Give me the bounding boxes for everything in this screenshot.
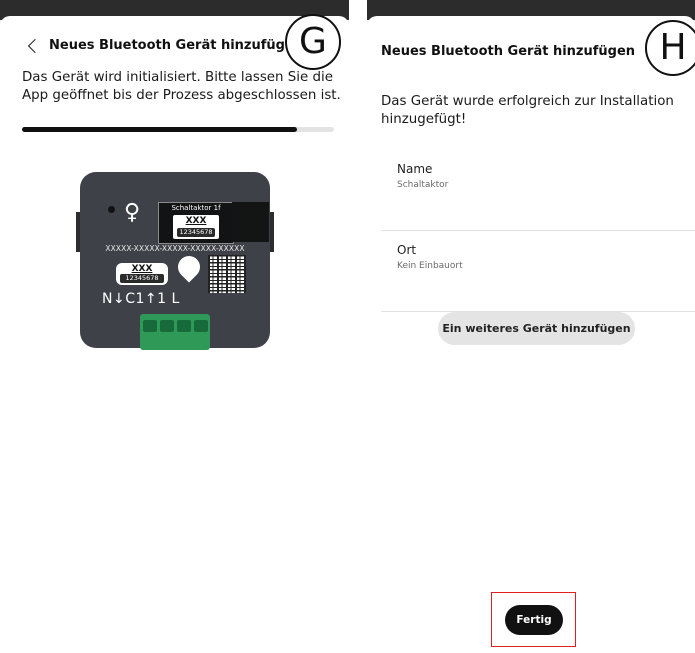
progress-bar: [22, 127, 334, 132]
page-title: Neues Bluetooth Gerät hinzufügen: [381, 44, 636, 59]
terminal-slot: [194, 320, 208, 332]
device-person-icon: ♀: [124, 200, 141, 225]
device-dark-panel: [232, 202, 269, 242]
step-badge-h: H: [645, 20, 695, 76]
qr-code-icon: [208, 255, 246, 293]
device-plate-number: 12345678: [177, 228, 215, 237]
device-label-code: XXX: [131, 264, 153, 274]
page-title: Neues Bluetooth Gerät hinzufügen: [49, 38, 304, 53]
device-led-icon: [108, 206, 115, 213]
device-plate-label: Schaltaktor 1f: [171, 204, 221, 212]
screen-h: Neues Bluetooth Gerät hinzufügen Das Ger…: [367, 0, 695, 653]
field-name-value: Schaltaktor: [397, 180, 449, 190]
location-wifi-icon: [173, 251, 205, 283]
back-chevron-icon[interactable]: [27, 38, 43, 54]
success-message-line1: Das Gerät wurde erfolgreich zur Installa…: [381, 94, 674, 109]
success-message-line2: hinzugefügt!: [381, 112, 467, 127]
device-plate-box: XXX 12345678: [173, 215, 219, 239]
terminal-slot: [143, 320, 157, 332]
step-badge-g: G: [285, 14, 341, 70]
success-message: Das Gerät wurde erfolgreich zur Installa…: [381, 93, 674, 129]
device-plate: Schaltaktor 1f XXX 12345678: [158, 202, 234, 244]
device-serial: XXXXX-XXXXX-XXXXX-XXXXX-XXXXX: [105, 244, 245, 253]
field-location-label: Ort: [397, 243, 417, 257]
device-plate-code: XXX: [185, 216, 207, 226]
init-message-line2: App geöffnet bis der Prozess abgeschloss…: [22, 88, 341, 103]
terminal-slot: [160, 320, 174, 332]
device-pin-labels: N↓C1↑1 L: [102, 291, 180, 307]
field-location: Ort Kein Einbauort: [381, 243, 695, 312]
device-label-number: 12345678: [120, 274, 164, 283]
highlight-box: Fertig: [491, 592, 576, 647]
field-name-label: Name: [397, 162, 433, 176]
device-label-box: XXX 12345678: [116, 263, 168, 285]
init-message: Das Gerät wird initialisiert. Bitte lass…: [22, 69, 341, 105]
init-message-line1: Das Gerät wird initialisiert. Bitte lass…: [22, 70, 333, 85]
device-image: ♀ Schaltaktor 1f XXX 12345678 XXXXX-XXXX…: [76, 170, 274, 356]
device-terminal-block: [140, 314, 210, 350]
add-another-device-button[interactable]: Ein weiteres Gerät hinzufügen: [438, 312, 635, 345]
progress-bar-fill: [22, 127, 297, 132]
field-location-value: Kein Einbauort: [397, 261, 463, 271]
terminal-slot: [177, 320, 191, 332]
device-body: ♀ Schaltaktor 1f XXX 12345678 XXXXX-XXXX…: [80, 172, 270, 350]
screen-g: Neues Bluetooth Gerät hinzufügen Das Ger…: [0, 0, 349, 653]
done-button[interactable]: Fertig: [505, 605, 563, 635]
field-name: Name Schaltaktor: [381, 162, 695, 231]
